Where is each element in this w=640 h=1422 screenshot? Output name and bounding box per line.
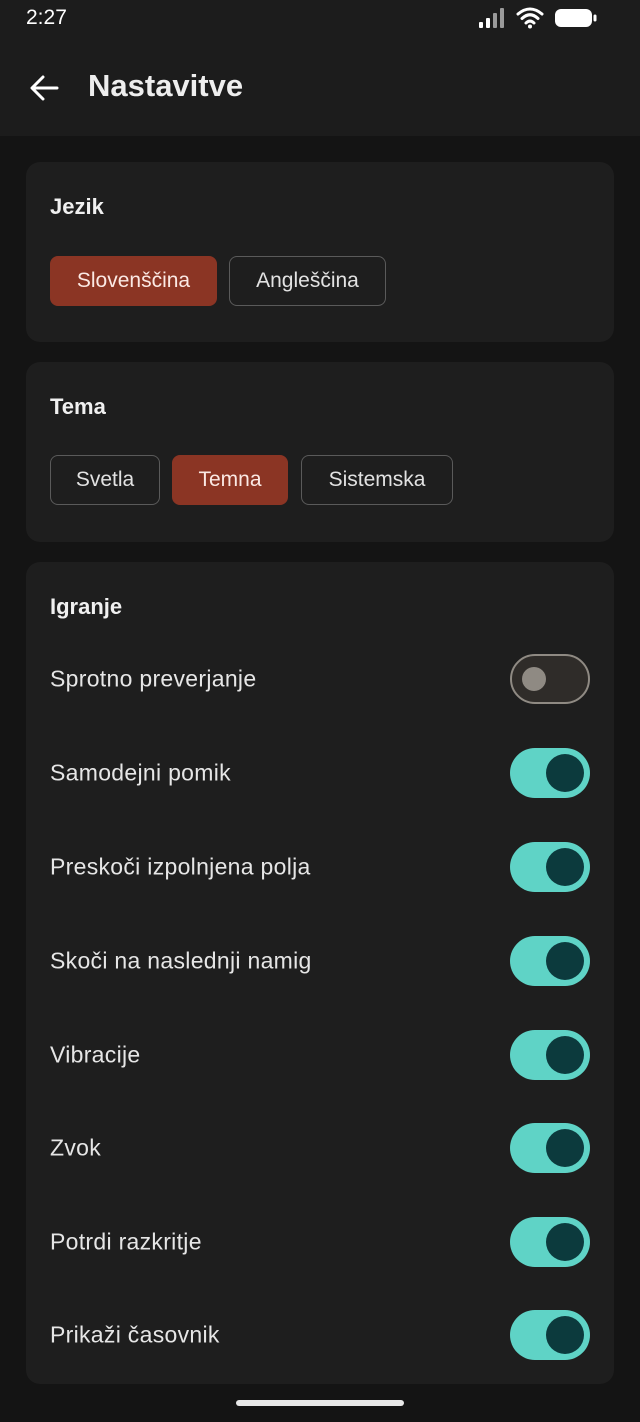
setting-label: Vibracije <box>50 1041 141 1068</box>
setting-row-vibration[interactable]: Vibracije <box>26 1008 614 1102</box>
setting-row-auto-advance[interactable]: Samodejni pomik <box>26 726 614 820</box>
toggle-show-timer[interactable] <box>510 1310 590 1360</box>
toggle-jump-next-clue[interactable] <box>510 936 590 986</box>
setting-label: Preskoči izpolnjena polja <box>50 853 311 880</box>
toggle-thumb <box>546 1036 584 1074</box>
back-button[interactable] <box>20 66 68 110</box>
toggle-thumb <box>522 667 546 691</box>
setting-label: Zvok <box>50 1134 102 1161</box>
toggle-confirm-reveal[interactable] <box>510 1217 590 1267</box>
language-title: Jezik <box>50 194 104 219</box>
chip-theme-light[interactable]: Svetla <box>50 455 160 505</box>
toggle-thumb <box>546 1129 584 1167</box>
chip-theme-system[interactable]: Sistemska <box>301 455 453 505</box>
setting-row-skip-filled[interactable]: Preskoči izpolnjena polja <box>26 820 614 914</box>
setting-row-show-timer[interactable]: Prikaži časovnik <box>26 1288 614 1382</box>
setting-row-live-check[interactable]: Sprotno preverjanje <box>26 632 614 726</box>
setting-row-jump-next-clue[interactable]: Skoči na naslednji namig <box>26 914 614 1008</box>
theme-title: Tema <box>50 394 106 419</box>
wifi-icon <box>516 7 544 29</box>
chip-language-slovenian[interactable]: Slovenščina <box>50 256 217 306</box>
toggle-auto-advance[interactable] <box>510 748 590 798</box>
theme-card: Tema Svetla Temna Sistemska <box>26 362 614 542</box>
setting-label: Potrdi razkritje <box>50 1228 202 1255</box>
signal-icon <box>479 8 504 28</box>
app-bar: Nastavitve <box>0 40 640 136</box>
setting-label: Sprotno preverjanje <box>50 665 257 692</box>
arrow-back-icon <box>30 75 59 101</box>
setting-label: Skoči na naslednji namig <box>50 947 312 974</box>
toggle-skip-filled[interactable] <box>510 842 590 892</box>
page-title: Nastavitve <box>88 68 244 103</box>
gameplay-title: Igranje <box>50 594 123 619</box>
status-icons <box>478 7 598 29</box>
setting-label: Prikaži časovnik <box>50 1321 220 1348</box>
battery-icon <box>555 9 597 27</box>
toggle-thumb <box>546 1316 584 1354</box>
status-time: 2:27 <box>26 6 67 29</box>
toggle-live-check[interactable] <box>510 654 590 704</box>
toggle-vibration[interactable] <box>510 1030 590 1080</box>
toggle-thumb <box>546 848 584 886</box>
status-bar: 2:27 <box>0 0 640 40</box>
settings-screen: 2:27 Nastavitve Jezik Slovenščina Angleš… <box>0 0 640 1422</box>
setting-row-sound[interactable]: Zvok <box>26 1101 614 1195</box>
toggle-thumb <box>546 754 584 792</box>
gameplay-card: Igranje Sprotno preverjanje Samodejni po… <box>26 562 614 1384</box>
language-card: Jezik Slovenščina Angleščina <box>26 162 614 342</box>
setting-label: Samodejni pomik <box>50 759 231 786</box>
home-indicator[interactable] <box>236 1400 404 1406</box>
chip-theme-dark[interactable]: Temna <box>172 455 288 505</box>
chip-language-english[interactable]: Angleščina <box>229 256 386 306</box>
setting-row-confirm-reveal[interactable]: Potrdi razkritje <box>26 1195 614 1289</box>
toggle-thumb <box>546 1223 584 1261</box>
toggle-thumb <box>546 942 584 980</box>
toggle-sound[interactable] <box>510 1123 590 1173</box>
